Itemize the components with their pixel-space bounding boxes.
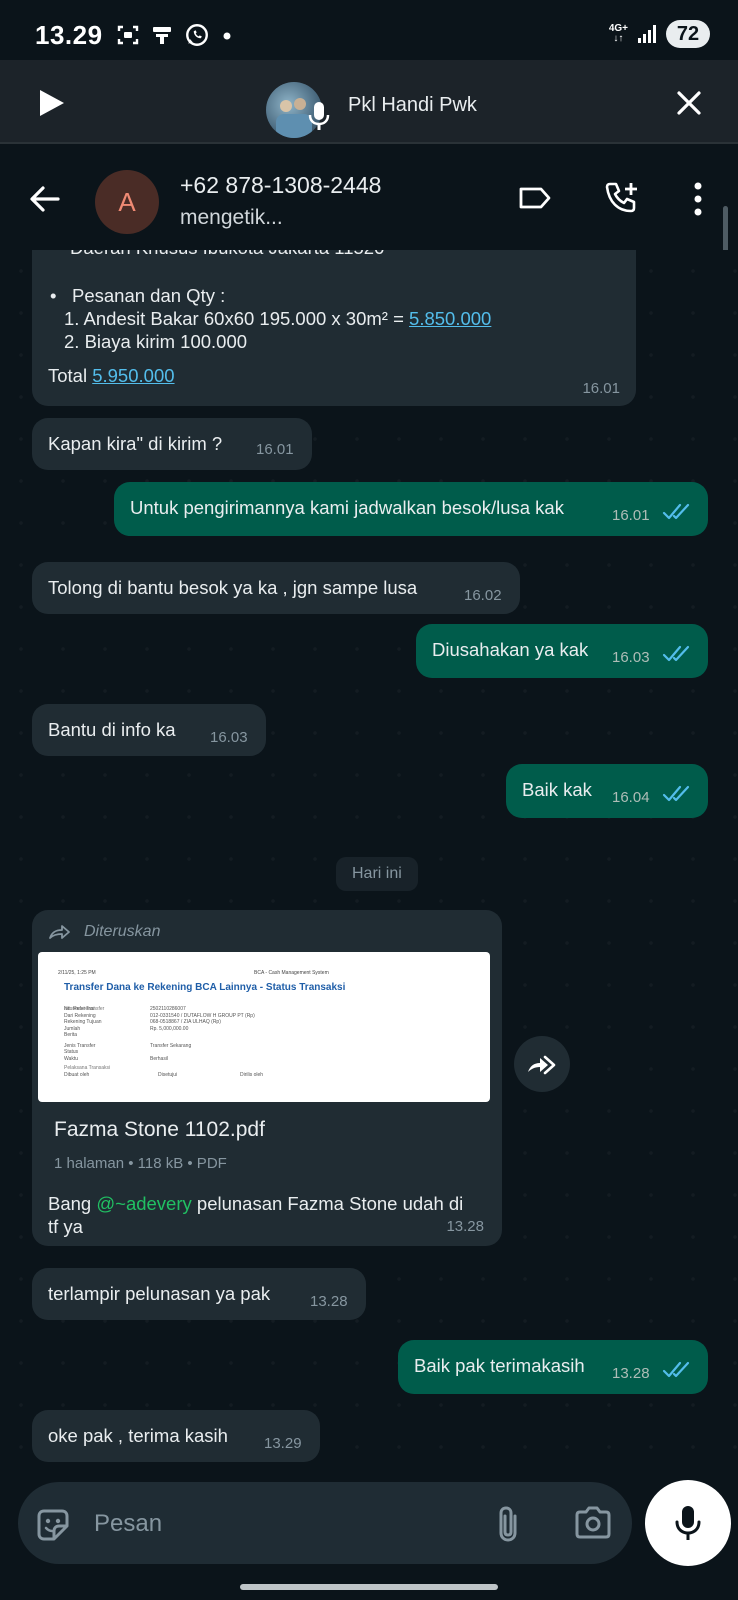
- sticker-emoji-icon[interactable]: [34, 1506, 72, 1544]
- message-time: 16.01: [612, 507, 650, 524]
- message-order-summary[interactable]: Daerah Khusus Ibukota Jakarta 11520 • Pe…: [32, 250, 636, 406]
- message-incoming[interactable]: Bantu di info ka 16.03: [32, 704, 266, 756]
- voice-chat-bar[interactable]: Pkl Handi Pwk: [0, 60, 738, 144]
- order-bullet: •: [50, 285, 57, 306]
- message-time: 13.28: [310, 1293, 348, 1310]
- read-ticks-icon: [662, 503, 690, 520]
- message-text: Tolong di bantu besok ya ka , jgn sampe …: [48, 577, 418, 598]
- mention-link[interactable]: @~adevery: [96, 1193, 191, 1214]
- order-item-1: 1. Andesit Bakar 60x60 195.000 x 30m² = …: [64, 308, 492, 329]
- message-outgoing[interactable]: Diusahakan ya kak 16.03: [416, 624, 708, 678]
- whatsapp-icon: [186, 24, 208, 46]
- pdf-preview[interactable]: 2/11/25, 1:25 PM BCA - Cash Management S…: [38, 952, 490, 1102]
- notification-icon: [153, 27, 171, 44]
- message-time: 16.04: [612, 789, 650, 806]
- order-bullet-label: Pesanan dan Qty :: [72, 285, 226, 306]
- forward-button[interactable]: [514, 1036, 570, 1092]
- message-incoming[interactable]: Tolong di bantu besok ya ka , jgn sampe …: [32, 562, 520, 614]
- battery-badge: 72: [666, 20, 710, 48]
- contact-name[interactable]: +62 878-1308-2448: [180, 172, 381, 199]
- file-meta: 1 halaman • 118 kB • PDF: [54, 1155, 227, 1172]
- message-composer[interactable]: Pesan: [18, 1482, 632, 1564]
- notification-icons: [116, 22, 234, 48]
- message-outgoing[interactable]: Untuk pengirimannya kami jadwalkan besok…: [114, 482, 708, 536]
- message-time: 16.03: [612, 649, 650, 666]
- close-icon[interactable]: [676, 90, 702, 116]
- message-text: Kapan kira" di kirim ?: [48, 433, 223, 454]
- message-text: terlampir pelunasan ya pak: [48, 1283, 271, 1304]
- dot-icon: [223, 32, 231, 40]
- message-input[interactable]: Pesan: [94, 1510, 162, 1538]
- network-indicator: 4G+ ↓↑: [608, 23, 628, 44]
- message-text: oke pak , terima kasih: [48, 1425, 228, 1446]
- message-text: Baik pak terimakasih: [414, 1355, 585, 1376]
- contact-avatar[interactable]: A: [95, 170, 159, 234]
- message-time: 16.03: [210, 729, 248, 746]
- message-text: Bantu di info ka: [48, 719, 176, 740]
- label-tag-icon[interactable]: [518, 184, 552, 212]
- message-text: Untuk pengirimannya kami jadwalkan besok…: [130, 497, 564, 518]
- file-name[interactable]: Fazma Stone 1102.pdf: [54, 1118, 265, 1141]
- preview-row: Berita: [64, 1032, 78, 1038]
- message-incoming[interactable]: Kapan kira" di kirim ? 16.01: [32, 418, 312, 470]
- typing-status: mengetik...: [180, 206, 283, 229]
- document-caption: Bang @~adevery pelunasan Fazma Stone uda…: [48, 1193, 464, 1237]
- attach-icon[interactable]: [496, 1504, 522, 1544]
- chat-messages[interactable]: Daerah Khusus Ibukota Jakarta 11520 • Pe…: [0, 250, 738, 1472]
- preview-row: Waktu Berhasil: [64, 1055, 169, 1062]
- read-ticks-icon: [662, 785, 690, 802]
- order-total: Total 5.950.000: [48, 365, 175, 386]
- item-1-amount-link[interactable]: 5.850.000: [409, 308, 491, 329]
- date-divider: Hari ini: [336, 857, 418, 891]
- read-ticks-icon: [662, 645, 690, 662]
- add-call-icon[interactable]: [604, 180, 640, 216]
- message-time: 13.29: [264, 1435, 302, 1452]
- play-icon[interactable]: [36, 88, 66, 118]
- message-time: 16.01: [256, 441, 294, 458]
- status-bar: 13.29 4G+ ↓↑ 72: [0, 0, 738, 60]
- message-text: Baik kak: [522, 779, 592, 800]
- read-ticks-icon: [662, 1361, 690, 1378]
- preview-cols: Dibuat oleh Disetujui Dirilis oleh: [64, 1071, 264, 1078]
- address-line-partial: Daerah Khusus Ibukota Jakarta 11520: [70, 250, 384, 259]
- message-time: 16.02: [464, 587, 502, 604]
- message-incoming[interactable]: terlampir pelunasan ya pak 13.28: [32, 1268, 366, 1320]
- message-incoming[interactable]: oke pak , terima kasih 13.29: [32, 1410, 320, 1462]
- more-options-icon[interactable]: [692, 182, 704, 216]
- preview-heading: Transfer Dana ke Rekening BCA Lainnya - …: [64, 982, 346, 993]
- microphone-icon: [675, 1506, 701, 1540]
- preview-rows: No. Referensi 2502110286007 Dari Rekening…: [64, 1006, 263, 1078]
- chat-header: A +62 878-1308-2448 mengetik...: [0, 146, 738, 250]
- clock: 13.29: [35, 20, 103, 50]
- order-item-2: 2. Biaya kirim 100.000: [64, 331, 248, 352]
- message-time: 13.28: [446, 1218, 484, 1235]
- signal-icon: [638, 25, 656, 43]
- message-time: 16.01: [582, 380, 620, 397]
- forward-icon: [528, 1055, 556, 1075]
- camera-icon[interactable]: [574, 1506, 612, 1540]
- message-outgoing[interactable]: Baik pak terimakasih 13.28: [398, 1340, 708, 1394]
- voice-chat-title: Pkl Handi Pwk: [348, 94, 477, 116]
- forwarded-icon: [49, 925, 70, 939]
- total-amount-link[interactable]: 5.950.000: [92, 365, 174, 386]
- message-time: 13.28: [612, 1365, 650, 1382]
- voice-record-button[interactable]: [645, 1480, 731, 1566]
- message-outgoing[interactable]: Baik kak 16.04: [506, 764, 708, 818]
- forwarded-label: Diteruskan: [84, 923, 161, 940]
- mic-icon: [308, 102, 330, 130]
- back-arrow-icon[interactable]: [28, 184, 60, 214]
- message-text: Diusahakan ya kak: [432, 639, 589, 660]
- message-forwarded-document[interactable]: Diteruskan 2/11/25, 1:25 PM BCA - Cash M…: [32, 910, 502, 1246]
- screenshot-icon: [117, 25, 139, 45]
- home-indicator[interactable]: [240, 1584, 498, 1590]
